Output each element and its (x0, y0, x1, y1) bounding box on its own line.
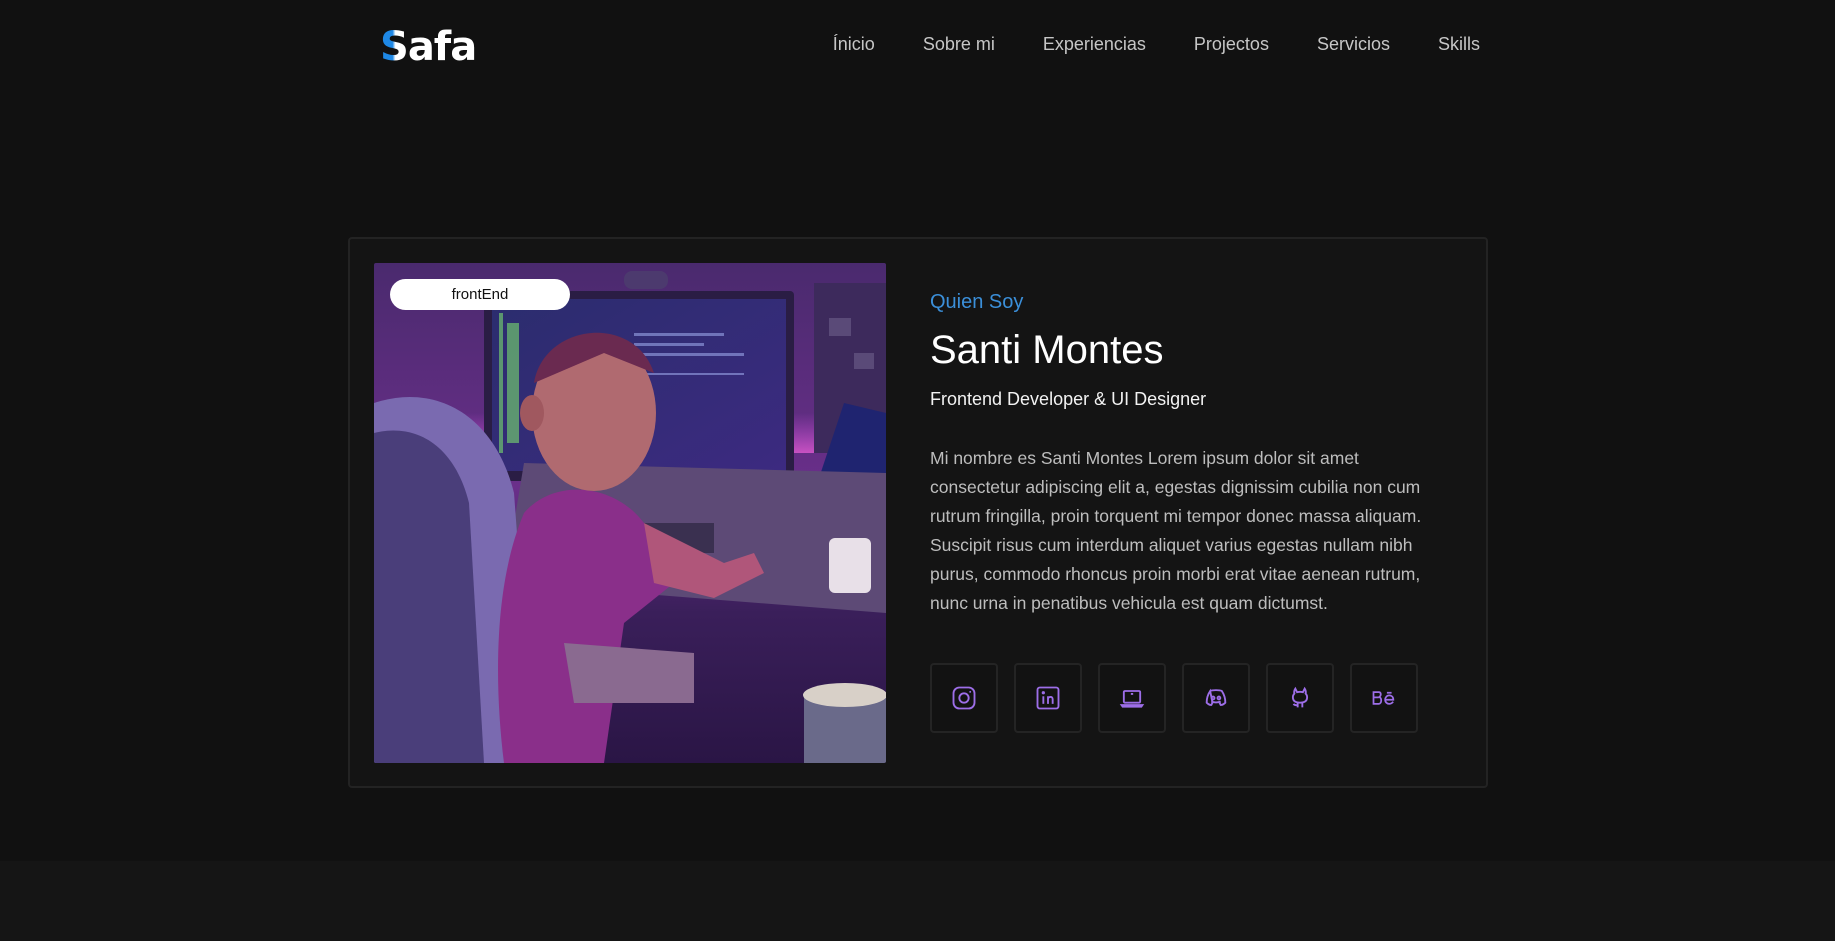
nav-links: Ínicio Sobre mi Experiencias Projectos S… (833, 34, 1480, 55)
profile-role: Frontend Developer & UI Designer (930, 389, 1207, 409)
logo-initial: S (380, 24, 409, 70)
nav-link-sobre-mi[interactable]: Sobre mi (923, 34, 995, 55)
nav-link-projectos[interactable]: Projectos (1194, 34, 1269, 55)
portfolio-button[interactable] (1098, 663, 1166, 733)
behance-button[interactable] (1350, 663, 1418, 733)
section-kicker: Quien Soy (930, 291, 1024, 313)
discord-button[interactable] (1182, 663, 1250, 733)
nav-link-skills[interactable]: Skills (1438, 34, 1480, 55)
instagram-icon (952, 686, 976, 710)
social-links (930, 663, 1418, 733)
discord-icon (1205, 688, 1227, 706)
logo-text: afa (407, 24, 477, 70)
developer-illustration: frontEnd (374, 263, 886, 763)
profile-bio: Mi nombre es Santi Montes Lorem ipsum do… (930, 448, 1422, 613)
linkedin-button[interactable] (1014, 663, 1082, 733)
nav-link-servicios[interactable]: Servicios (1317, 34, 1390, 55)
navbar: S afa Ínicio Sobre mi Experiencias Proje… (0, 0, 1835, 95)
role-tag: frontEnd (390, 279, 570, 310)
laptop-icon (1119, 690, 1145, 708)
footer-strip (0, 861, 1835, 941)
behance-icon (1372, 691, 1395, 705)
about-card: frontEnd Quien Soy Santi Montes Frontend… (348, 237, 1488, 788)
linkedin-icon (1036, 686, 1060, 710)
instagram-button[interactable] (930, 663, 998, 733)
nav-link-inicio[interactable]: Ínicio (833, 34, 875, 55)
brand-logo[interactable]: S afa (380, 24, 477, 70)
profile-name: Santi Montes (930, 328, 1164, 372)
github-icon (1291, 686, 1309, 708)
nav-link-experiencias[interactable]: Experiencias (1043, 34, 1146, 55)
about-content: Quien Soy Santi Montes Frontend Develope… (930, 291, 1450, 618)
github-button[interactable] (1266, 663, 1334, 733)
